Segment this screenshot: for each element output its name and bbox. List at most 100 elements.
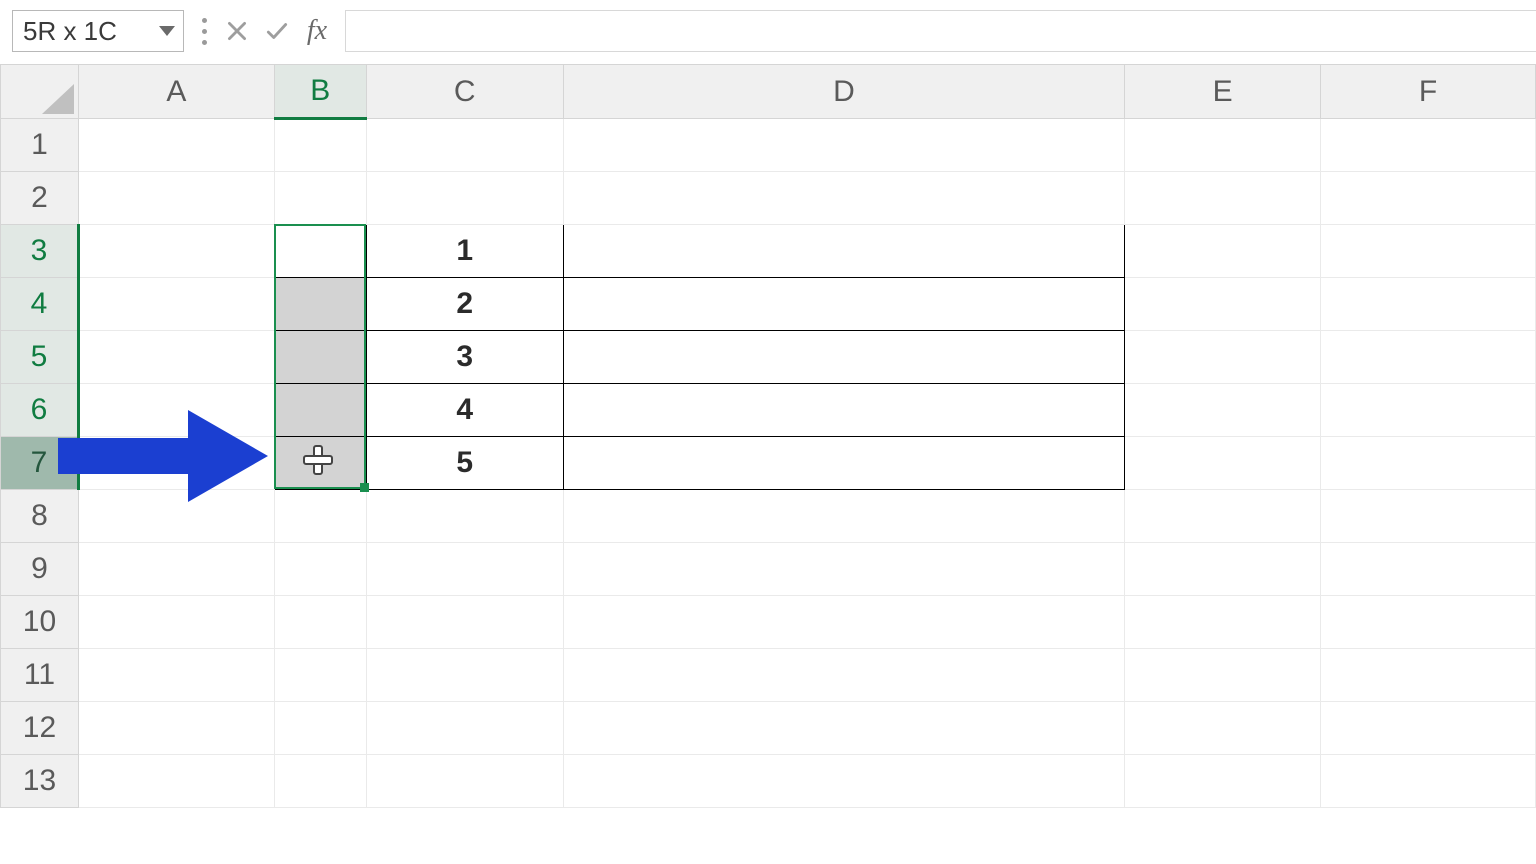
row-header-4[interactable]: 4 bbox=[1, 278, 79, 331]
row-header-2[interactable]: 2 bbox=[1, 172, 79, 225]
cell-D2[interactable] bbox=[563, 172, 1125, 225]
cell-E13[interactable] bbox=[1125, 755, 1321, 808]
cell-E9[interactable] bbox=[1125, 543, 1321, 596]
cell-F2[interactable] bbox=[1321, 172, 1536, 225]
cell-F13[interactable] bbox=[1321, 755, 1536, 808]
cell-E11[interactable] bbox=[1125, 649, 1321, 702]
cell-B1[interactable] bbox=[274, 119, 366, 172]
cell-A11[interactable] bbox=[78, 649, 274, 702]
cell-D1[interactable] bbox=[563, 119, 1125, 172]
cell-D13[interactable] bbox=[563, 755, 1125, 808]
cell-E3[interactable] bbox=[1125, 225, 1321, 278]
cell-D12[interactable] bbox=[563, 702, 1125, 755]
cell-C8[interactable] bbox=[366, 490, 563, 543]
row-header-11[interactable]: 11 bbox=[1, 649, 79, 702]
column-header-D[interactable]: D bbox=[563, 65, 1125, 119]
cell-D3[interactable] bbox=[563, 225, 1125, 278]
cell-B4[interactable] bbox=[274, 278, 366, 331]
cell-F10[interactable] bbox=[1321, 596, 1536, 649]
cell-B8[interactable] bbox=[274, 490, 366, 543]
cell-D9[interactable] bbox=[563, 543, 1125, 596]
cell-B9[interactable] bbox=[274, 543, 366, 596]
cell-C12[interactable] bbox=[366, 702, 563, 755]
name-box[interactable]: 5R x 1C bbox=[12, 10, 184, 52]
row-header-8[interactable]: 8 bbox=[1, 490, 79, 543]
cell-F6[interactable] bbox=[1321, 384, 1536, 437]
cell-D8[interactable] bbox=[563, 490, 1125, 543]
cell-E2[interactable] bbox=[1125, 172, 1321, 225]
cell-B2[interactable] bbox=[274, 172, 366, 225]
cancel-button[interactable] bbox=[217, 10, 257, 52]
cell-F3[interactable] bbox=[1321, 225, 1536, 278]
cell-B12[interactable] bbox=[274, 702, 366, 755]
cell-D7[interactable] bbox=[563, 437, 1125, 490]
row-header-7[interactable]: 7 bbox=[1, 437, 79, 490]
cell-A8[interactable] bbox=[78, 490, 274, 543]
cell-B11[interactable] bbox=[274, 649, 366, 702]
cell-E1[interactable] bbox=[1125, 119, 1321, 172]
column-header-E[interactable]: E bbox=[1125, 65, 1321, 119]
cell-A9[interactable] bbox=[78, 543, 274, 596]
row-header-6[interactable]: 6 bbox=[1, 384, 79, 437]
cell-E12[interactable] bbox=[1125, 702, 1321, 755]
cell-B13[interactable] bbox=[274, 755, 366, 808]
insert-function-button[interactable]: fx bbox=[297, 10, 337, 52]
formula-input[interactable] bbox=[345, 10, 1536, 52]
cell-A2[interactable] bbox=[78, 172, 274, 225]
column-header-A[interactable]: A bbox=[78, 65, 274, 119]
column-header-F[interactable]: F bbox=[1321, 65, 1536, 119]
cell-A6[interactable] bbox=[78, 384, 274, 437]
cell-E7[interactable] bbox=[1125, 437, 1321, 490]
cell-F9[interactable] bbox=[1321, 543, 1536, 596]
cell-C10[interactable] bbox=[366, 596, 563, 649]
row-header-12[interactable]: 12 bbox=[1, 702, 79, 755]
cell-C11[interactable] bbox=[366, 649, 563, 702]
formula-bar-grip[interactable] bbox=[202, 18, 207, 45]
cell-A3[interactable] bbox=[78, 225, 274, 278]
cell-C5[interactable]: 3 bbox=[366, 331, 563, 384]
cell-D4[interactable] bbox=[563, 278, 1125, 331]
cell-C9[interactable] bbox=[366, 543, 563, 596]
cell-E6[interactable] bbox=[1125, 384, 1321, 437]
cell-D6[interactable] bbox=[563, 384, 1125, 437]
cell-B3[interactable] bbox=[274, 225, 366, 278]
row-header-5[interactable]: 5 bbox=[1, 331, 79, 384]
cell-E5[interactable] bbox=[1125, 331, 1321, 384]
cell-E8[interactable] bbox=[1125, 490, 1321, 543]
row-header-9[interactable]: 9 bbox=[1, 543, 79, 596]
cell-C2[interactable] bbox=[366, 172, 563, 225]
cell-F11[interactable] bbox=[1321, 649, 1536, 702]
cell-A13[interactable] bbox=[78, 755, 274, 808]
column-header-B[interactable]: B bbox=[274, 65, 366, 119]
cell-E10[interactable] bbox=[1125, 596, 1321, 649]
cell-A10[interactable] bbox=[78, 596, 274, 649]
cell-C1[interactable] bbox=[366, 119, 563, 172]
cell-A1[interactable] bbox=[78, 119, 274, 172]
cell-B5[interactable] bbox=[274, 331, 366, 384]
cell-D11[interactable] bbox=[563, 649, 1125, 702]
cell-D5[interactable] bbox=[563, 331, 1125, 384]
cell-C6[interactable]: 4 bbox=[366, 384, 563, 437]
cell-A7[interactable] bbox=[78, 437, 274, 490]
cell-C7[interactable]: 5 bbox=[366, 437, 563, 490]
cell-F12[interactable] bbox=[1321, 702, 1536, 755]
cell-A5[interactable] bbox=[78, 331, 274, 384]
chevron-down-icon[interactable] bbox=[159, 26, 175, 36]
cell-F5[interactable] bbox=[1321, 331, 1536, 384]
cell-B7[interactable] bbox=[274, 437, 366, 490]
row-header-13[interactable]: 13 bbox=[1, 755, 79, 808]
cell-C3[interactable]: 1 bbox=[366, 225, 563, 278]
enter-button[interactable] bbox=[257, 10, 297, 52]
cell-D10[interactable] bbox=[563, 596, 1125, 649]
row-header-3[interactable]: 3 bbox=[1, 225, 79, 278]
cell-F7[interactable] bbox=[1321, 437, 1536, 490]
cell-F4[interactable] bbox=[1321, 278, 1536, 331]
row-header-10[interactable]: 10 bbox=[1, 596, 79, 649]
column-header-C[interactable]: C bbox=[366, 65, 563, 119]
cell-B6[interactable] bbox=[274, 384, 366, 437]
select-all-corner[interactable] bbox=[1, 65, 79, 119]
cell-F1[interactable] bbox=[1321, 119, 1536, 172]
cell-C4[interactable]: 2 bbox=[366, 278, 563, 331]
row-header-1[interactable]: 1 bbox=[1, 119, 79, 172]
cell-F8[interactable] bbox=[1321, 490, 1536, 543]
